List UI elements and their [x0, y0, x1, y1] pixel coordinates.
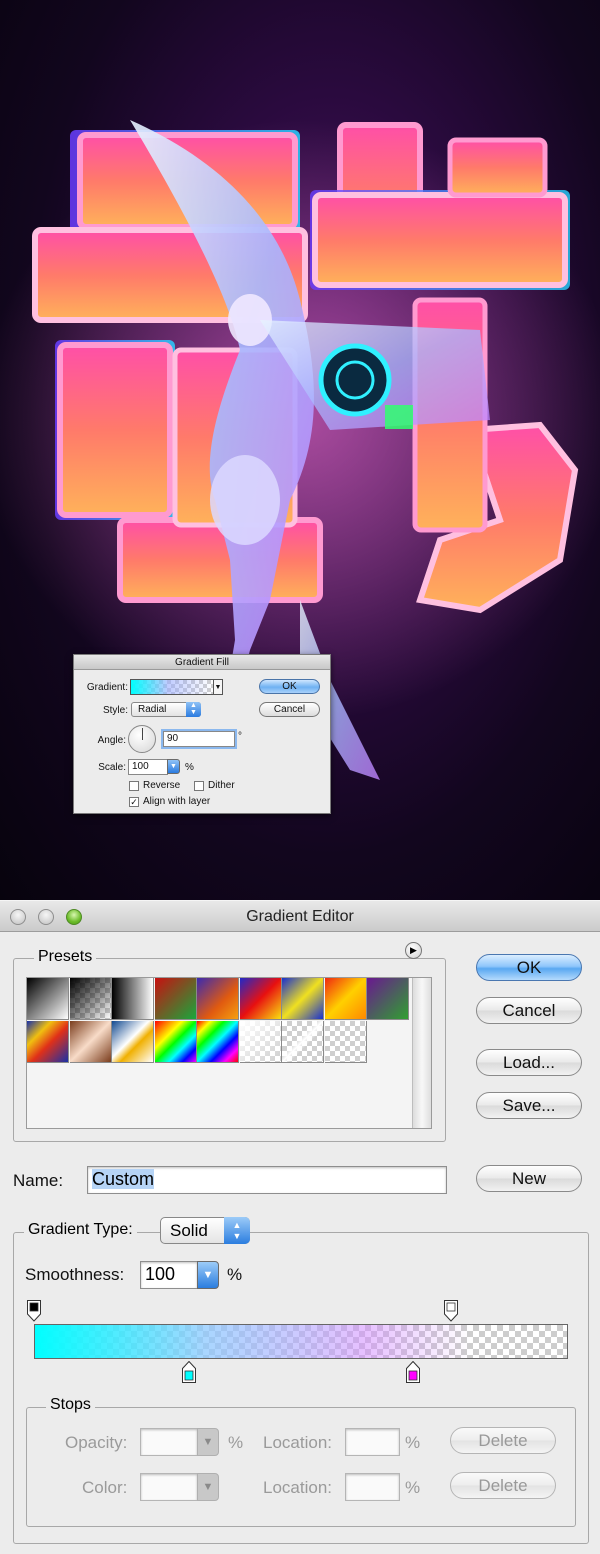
style-select[interactable]: Radial ▲ ▼ — [131, 702, 201, 717]
chevron-updown-icon: ▲ ▼ — [186, 702, 201, 717]
angle-input[interactable]: 90 — [163, 731, 235, 747]
smoothness-input[interactable]: 100 — [140, 1261, 198, 1289]
preset-swatch[interactable] — [282, 1021, 324, 1063]
color-location-percent: % — [405, 1478, 421, 1497]
delete-color-stop-button[interactable]: Delete — [450, 1472, 556, 1499]
gradient-preview-bar[interactable] — [34, 1324, 568, 1359]
opacity-input[interactable] — [140, 1428, 198, 1456]
color-label: Color: — [82, 1478, 128, 1497]
name-value: Custom — [92, 1169, 155, 1189]
ok-button[interactable]: OK — [259, 679, 320, 694]
reverse-checkbox[interactable] — [129, 781, 139, 791]
dither-checkbox[interactable] — [194, 781, 204, 791]
presets-menu-icon[interactable]: ▶ — [405, 942, 422, 959]
preset-swatch[interactable] — [197, 978, 239, 1020]
title-bar[interactable]: Gradient Editor — [0, 900, 600, 932]
gradient-label: Gradient: — [86, 682, 128, 693]
preset-swatch[interactable] — [367, 978, 409, 1020]
gradient-type-label: Gradient Type: — [24, 1221, 137, 1239]
ok-button-editor[interactable]: OK — [476, 954, 582, 981]
chevron-updown-icon: ▲ ▼ — [224, 1217, 250, 1244]
preset-swatch[interactable] — [69, 978, 112, 1020]
gradient-fill-dialog: Gradient Fill Gradient: ▼ Style: Radial … — [73, 654, 331, 814]
preset-swatch[interactable] — [239, 978, 282, 1020]
color-stop[interactable] — [406, 1360, 421, 1383]
color-location-label: Location: — [263, 1478, 332, 1497]
new-button[interactable]: New — [476, 1165, 582, 1192]
smoothness-percent: % — [227, 1265, 243, 1284]
preset-swatch[interactable] — [69, 1021, 112, 1063]
name-label: Name: — [13, 1171, 64, 1190]
cancel-button-editor[interactable]: Cancel — [476, 997, 582, 1024]
preset-swatch[interactable] — [324, 1021, 367, 1063]
opacity-percent: % — [228, 1433, 244, 1452]
load-button[interactable]: Load... — [476, 1049, 582, 1076]
save-button[interactable]: Save... — [476, 1092, 582, 1119]
stops-label: Stops — [46, 1396, 95, 1414]
opacity-stop[interactable] — [443, 1300, 458, 1322]
style-label: Style: — [102, 705, 128, 716]
opacity-location-label: Location: — [263, 1433, 332, 1452]
preset-swatch[interactable] — [27, 1021, 69, 1063]
presets-grid — [26, 977, 432, 1129]
angle-label: Angle: — [97, 735, 126, 746]
gradient-fill-title: Gradient Fill — [74, 655, 330, 670]
gradient-picker-arrow[interactable]: ▼ — [214, 679, 223, 695]
align-with-layer-checkbox[interactable]: ✓ — [129, 797, 139, 807]
preset-swatch[interactable] — [282, 978, 324, 1020]
preset-swatch[interactable] — [27, 978, 69, 1020]
presets-scrollbar[interactable] — [412, 978, 431, 1128]
opacity-dropdown-button[interactable]: ▼ — [197, 1428, 219, 1456]
name-input[interactable]: Custom — [87, 1166, 447, 1194]
window-title: Gradient Editor — [246, 908, 354, 925]
stops-group — [26, 1407, 576, 1527]
scale-label: Scale: — [98, 762, 126, 773]
color-location-input[interactable] — [345, 1473, 400, 1501]
gradient-swatch[interactable] — [130, 679, 214, 695]
gradient-type-select[interactable]: Solid ▲ ▼ — [160, 1217, 250, 1244]
opacity-location-percent: % — [405, 1433, 421, 1452]
opacity-stop[interactable] — [27, 1300, 41, 1322]
angle-dial[interactable] — [128, 725, 156, 753]
style-value: Radial — [138, 704, 167, 715]
preset-swatch[interactable] — [112, 978, 154, 1020]
dither-label: Dither — [208, 780, 235, 791]
presets-label: Presets — [34, 948, 97, 966]
preset-swatch[interactable] — [112, 1021, 154, 1063]
opacity-label: Opacity: — [65, 1433, 128, 1452]
smoothness-label: Smoothness: — [25, 1265, 125, 1284]
opacity-location-input[interactable] — [345, 1428, 400, 1456]
preset-swatch[interactable] — [324, 978, 367, 1020]
scale-input[interactable]: 100 — [128, 759, 168, 775]
preset-swatch[interactable] — [197, 1021, 239, 1063]
smoothness-dropdown-button[interactable]: ▼ — [197, 1261, 219, 1289]
degree-symbol: ° — [238, 731, 242, 742]
cancel-button[interactable]: Cancel — [259, 702, 320, 717]
align-with-layer-label: Align with layer — [143, 796, 211, 807]
color-stop[interactable] — [181, 1360, 196, 1383]
scale-dropdown-button[interactable]: ▼ — [167, 759, 180, 774]
color-dropdown-button[interactable]: ▼ — [197, 1473, 219, 1501]
preset-swatch[interactable] — [239, 1021, 282, 1063]
preset-swatch[interactable] — [154, 978, 197, 1020]
delete-opacity-stop-button[interactable]: Delete — [450, 1427, 556, 1454]
gradient-type-value: Solid — [170, 1221, 208, 1240]
scale-percent: % — [185, 762, 194, 773]
preset-swatch[interactable] — [154, 1021, 197, 1063]
reverse-label: Reverse — [143, 780, 181, 791]
color-swatch-field[interactable] — [140, 1473, 198, 1501]
checkmark-icon: ✓ — [130, 797, 138, 807]
